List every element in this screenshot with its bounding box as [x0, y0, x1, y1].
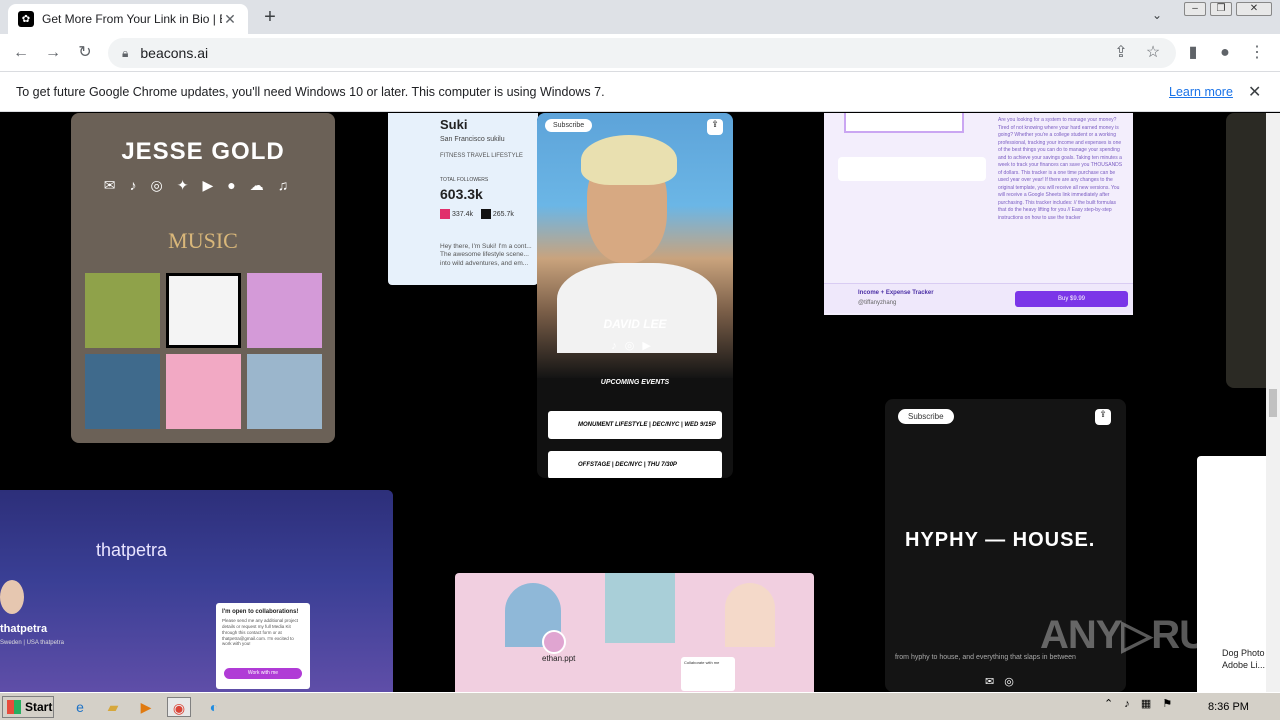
david-social-icons: ♪◎▶ — [611, 340, 659, 352]
tray-chevron-icon[interactable]: ⌃ — [1104, 698, 1113, 710]
profile-avatar-icon[interactable]: ● — [1214, 42, 1236, 64]
collab-title: I'm open to collaborations! — [222, 609, 299, 615]
flag-icon[interactable]: ⚑ — [1162, 698, 1172, 710]
collab-box: Collaborate with me — [681, 657, 735, 691]
anyrun-watermark: ANY▷RUN — [1040, 613, 1236, 657]
url-text: beacons.ai — [140, 45, 209, 61]
photo-tile — [85, 273, 160, 348]
share-icon[interactable]: ⇪ — [1110, 42, 1132, 64]
clock[interactable]: 8:36 PM — [1208, 701, 1249, 713]
address-bar[interactable]: 🔒︎ beacons.ai — [108, 38, 1176, 68]
tracker-name: Income + Expense Tracker — [858, 290, 934, 296]
collab-box: I'm open to collaborations! Please send … — [216, 603, 310, 689]
partial-card[interactable] — [1226, 113, 1266, 388]
subscribe-button[interactable]: Subscribe — [898, 409, 954, 424]
update-infobar: To get future Google Chrome updates, you… — [0, 72, 1280, 112]
browser-toolbar: ← → ↻ 🔒︎ beacons.ai ⇪ ☆ ▮ ● ⋮ — [0, 34, 1280, 72]
suki-followers: 603.3k — [440, 186, 483, 202]
edge-icon[interactable]: ◐ — [202, 697, 226, 717]
tracker-card[interactable]: Are you looking for a system to manage y… — [824, 113, 1133, 315]
beacons-favicon-icon: ✿ — [18, 11, 34, 27]
back-icon[interactable]: ← — [10, 42, 32, 64]
david-lee-card[interactable]: Subscribe ⇪ DAVID LEE ♪◎▶ UPCOMING EVENT… — [537, 113, 733, 478]
tab-strip: ✿ Get More From Your Link in Bio | Beaco… — [0, 0, 1280, 34]
chrome-icon[interactable]: ◉ — [167, 697, 191, 717]
buy-button[interactable]: Buy $9.99 — [1015, 291, 1128, 307]
start-button[interactable]: Start — [2, 696, 54, 718]
tab-search-chevron-icon[interactable]: ⌄ — [1152, 8, 1162, 22]
instagram-icon — [440, 209, 450, 219]
page-scrollbar[interactable] — [1266, 113, 1280, 692]
petra-name: thatpetra — [0, 623, 48, 635]
windows-taskbar: Start e ▰ ▶ ◉ ◐ ⌃ ♪ ▦ ⚑ 8:36 PM — [0, 692, 1280, 720]
ie-icon[interactable]: e — [68, 697, 92, 717]
collab-body: Please send me any additional project de… — [222, 618, 299, 647]
tracker-buy-bar: Income + Expense Tracker @tiffanyzhang B… — [824, 283, 1133, 313]
system-tray: ⌃ ♪ ▦ ⚑ — [1104, 697, 1278, 717]
learn-more-link[interactable]: Learn more — [1169, 85, 1233, 99]
tracker-preview — [844, 113, 964, 133]
scrollbar-thumb[interactable] — [1269, 389, 1277, 417]
volume-icon[interactable]: ♪ — [1124, 698, 1130, 710]
jesse-gold-card[interactable]: JESSE GOLD ✉♪◎✦▶●☁♫ MUSIC — [71, 113, 335, 443]
jesse-name: JESSE GOLD — [121, 138, 285, 165]
network-icon[interactable]: ▦ — [1141, 698, 1151, 710]
subscribe-button[interactable]: Subscribe — [545, 119, 593, 132]
ethan-name: ethan.ppt — [542, 654, 576, 663]
suki-stats: 337.4k 265.7k — [440, 209, 514, 219]
photo-tile — [247, 273, 322, 348]
suki-name: Suki — [440, 117, 468, 132]
tracker-description: Are you looking for a system to manage y… — [998, 117, 1123, 221]
david-name: DAVID LEE — [603, 317, 667, 331]
side-panel-icon[interactable]: ▮ — [1182, 42, 1204, 64]
windows-logo-icon — [7, 700, 21, 714]
reload-icon[interactable]: ↻ — [74, 42, 96, 64]
jesse-photo-grid — [85, 273, 323, 429]
new-tab-button[interactable]: + — [258, 6, 282, 29]
jesse-social-icons: ✉♪◎✦▶●☁♫ — [103, 177, 303, 193]
maximize-button[interactable]: ❐ — [1210, 2, 1232, 16]
tab-close-icon[interactable]: ✕ — [222, 11, 238, 28]
suki-followers-label: TOTAL FOLLOWERS — [440, 177, 489, 183]
avatar — [0, 580, 24, 614]
ethan-card[interactable]: ethan.ppt Collaborate with me — [455, 573, 814, 692]
work-with-me-button[interactable]: Work with me — [224, 668, 302, 679]
events-title: UPCOMING EVENTS — [600, 379, 670, 386]
infobar-close-icon[interactable]: ✕ — [1248, 82, 1261, 102]
thatpetra-card[interactable]: thatpetra thatpetra Sweden | USA thatpet… — [0, 490, 393, 692]
minimize-button[interactable]: – — [1184, 2, 1206, 16]
petra-title: thatpetra — [96, 540, 168, 560]
tiktok-icon — [480, 209, 491, 219]
photo-tile — [85, 354, 160, 429]
hyphy-social-icons: ✉◎ — [985, 676, 1024, 688]
event-button[interactable]: MONUMENT LIFESTYLE | DEC/NYC | WED 9/15P — [548, 411, 722, 439]
bookmark-star-icon[interactable]: ☆ — [1142, 42, 1164, 64]
tracker-handle: @tiffanyzhang — [858, 300, 897, 306]
forward-icon[interactable]: → — [42, 42, 64, 64]
suki-card[interactable]: Suki San Francisco sukilu FITNESS TRAVEL… — [388, 113, 538, 285]
suki-tags: FITNESS TRAVEL LIFESTYLE — [440, 153, 523, 159]
suki-bio: Hey there, I'm Suki! I'm a cont... The a… — [440, 243, 532, 267]
window-close-button[interactable]: ✕ — [1236, 2, 1272, 16]
avatar — [542, 630, 566, 654]
photo-tile — [166, 354, 241, 429]
petra-location: Sweden | USA thatpetra — [0, 640, 64, 646]
photo-tile — [166, 273, 241, 348]
event-button[interactable]: OFFSTAGE | DEC/NYC | THU 7/30P — [548, 451, 722, 478]
share-icon[interactable]: ⇪ — [1095, 409, 1111, 425]
browser-tab[interactable]: ✿ Get More From Your Link in Bio | Beaco… — [8, 4, 248, 34]
tracker-thumbnails — [838, 157, 986, 181]
hyphy-logo: HYPHY — HOUSE. — [905, 529, 1096, 551]
jesse-section-title: MUSIC — [168, 228, 238, 253]
share-icon[interactable]: ⇪ — [707, 119, 723, 135]
tab-title: Get More From Your Link in Bio | Beacons — [42, 12, 222, 26]
media-player-icon[interactable]: ▶ — [134, 697, 158, 717]
menu-kebab-icon[interactable]: ⋮ — [1246, 42, 1268, 64]
suki-location: San Francisco sukilu — [440, 136, 505, 143]
photo-tile — [247, 354, 322, 429]
page-content: JESSE GOLD ✉♪◎✦▶●☁♫ MUSIC Suki San Franc… — [0, 113, 1266, 692]
folder-icon[interactable]: ▰ — [101, 697, 125, 717]
lock-icon: 🔒︎ — [122, 45, 129, 60]
infobar-message: To get future Google Chrome updates, you… — [16, 84, 605, 99]
